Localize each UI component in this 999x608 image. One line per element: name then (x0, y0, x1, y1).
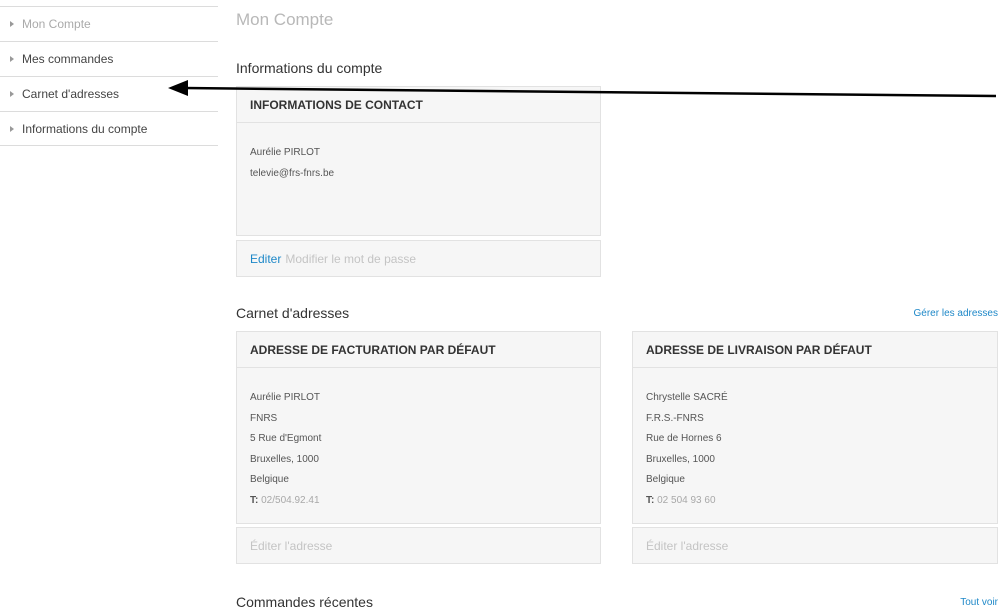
annotation-arrow (168, 80, 997, 98)
